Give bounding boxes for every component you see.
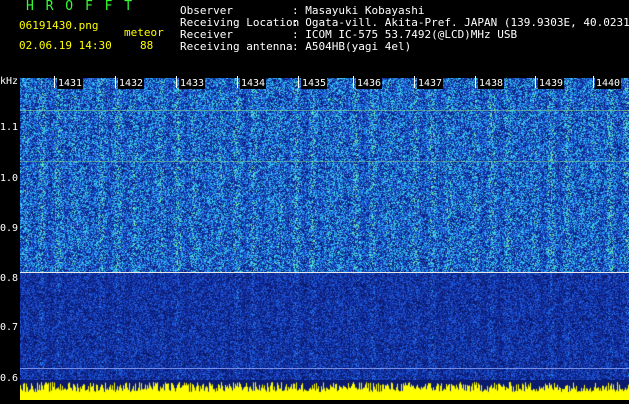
amplitude-canvas (20, 380, 629, 400)
time-tick: 1435 (301, 78, 328, 89)
time-tick: 1434 (240, 78, 267, 89)
y-label: 0.7 (0, 322, 19, 333)
time-tick: 1437 (417, 78, 444, 89)
y-label: 0.6 (0, 373, 19, 384)
antenna-value: : A504HB(yagi 4el) (292, 40, 412, 53)
antenna-key: Receiving antenna (180, 40, 293, 53)
spectrogram-waterfall (20, 78, 629, 380)
y-label: 1.1 (0, 122, 19, 133)
time-tick: 1433 (179, 78, 206, 89)
datetime-label: 02.06.19 14:30 (19, 39, 112, 52)
carrier-line (20, 272, 629, 273)
amplitude-strip (20, 380, 629, 400)
reference-line-3 (20, 368, 629, 369)
waterfall-canvas (20, 78, 629, 380)
time-tick: 1438 (478, 78, 505, 89)
time-tick: 1431 (57, 78, 84, 89)
axis-unit: kHz (0, 76, 19, 87)
mode-label: meteor (124, 26, 164, 39)
y-label: 0.9 (0, 223, 19, 234)
frequency-axis: kHz 1.1 1.0 0.9 0.8 0.7 0.6 (0, 76, 20, 400)
time-tick: 1436 (356, 78, 383, 89)
reference-line-2 (20, 161, 629, 162)
count-label: 88 (140, 39, 154, 52)
time-tick: 1432 (118, 78, 145, 89)
time-axis: 1431 1432 1433 1434 1435 1436 1437 1438 … (20, 76, 629, 92)
y-label: 1.0 (0, 173, 19, 184)
y-label: 0.8 (0, 273, 19, 284)
header-panel: H R O F F T 06191430.png meteor 02.06.19… (0, 0, 629, 76)
time-tick: 1440 (595, 78, 622, 89)
reference-line-1 (20, 110, 629, 111)
time-tick: 1439 (538, 78, 565, 89)
filename-label: 06191430.png (19, 19, 99, 32)
app-title: H R O F F T (26, 0, 135, 14)
